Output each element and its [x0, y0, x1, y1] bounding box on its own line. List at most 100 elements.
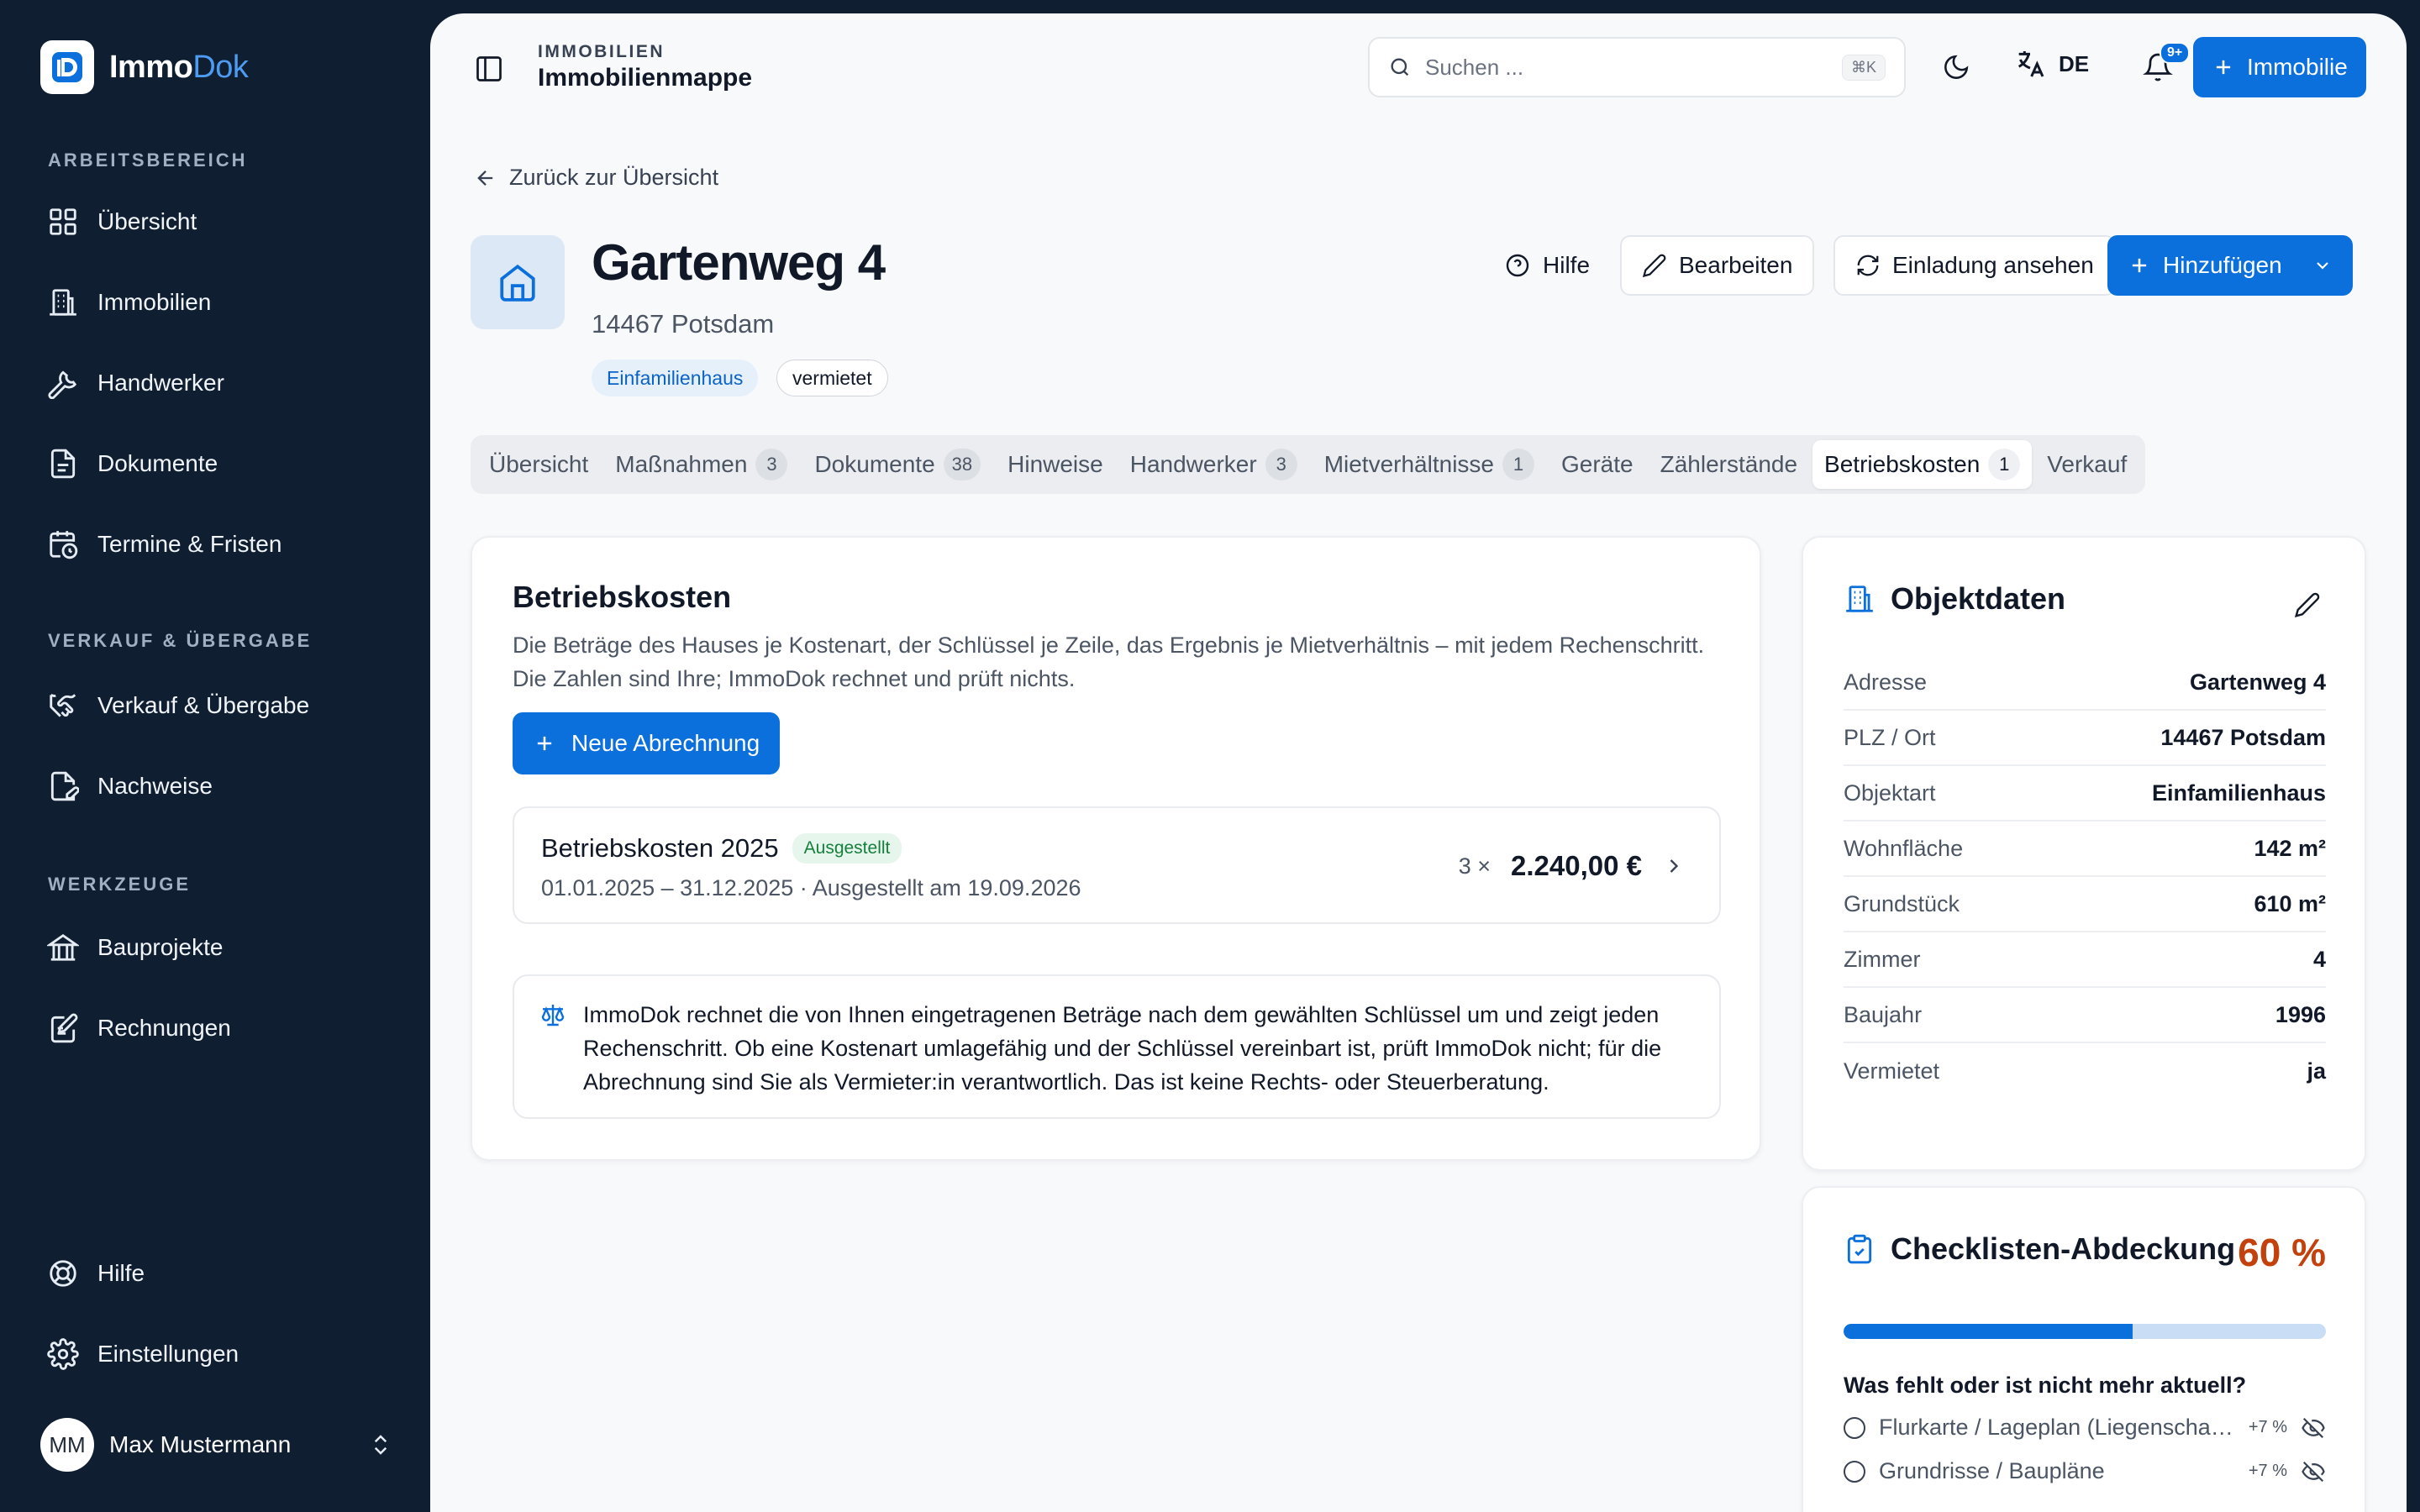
detail-value: Einfamilienhaus: [2151, 780, 2326, 806]
sidebar-item-hilfe[interactable]: Hilfe: [47, 1253, 145, 1294]
detail-value: 142 m²: [2254, 835, 2326, 861]
notifications-button[interactable]: 9+: [2138, 42, 2191, 87]
main-panel: IMMOBILIEN Immobilienmappe ⌘K DE 9+ Immo…: [430, 13, 2407, 1512]
disclaimer-note: ImmoDok rechnet die von Ihnen eingetrage…: [513, 974, 1721, 1119]
handshake-icon: [47, 690, 79, 722]
tab-uebersicht[interactable]: Übersicht: [477, 440, 600, 489]
tab-hinweise[interactable]: Hinweise: [996, 440, 1115, 489]
sidebar-item-verkauf[interactable]: Verkauf & Übergabe: [47, 685, 309, 726]
user-menu[interactable]: MM Max Mustermann: [40, 1418, 393, 1472]
detail-row-wohnflaeche: Wohnfläche 142 m²: [1844, 822, 2326, 877]
detail-value: 4: [2312, 946, 2326, 972]
detail-value: 610 m²: [2254, 890, 2326, 916]
sidebar-item-label: Rechnungen: [97, 1015, 231, 1041]
new-statement-button[interactable]: Neue Abrechnung: [513, 712, 781, 774]
tab-betriebskosten[interactable]: Betriebskosten 1: [1812, 440, 2033, 489]
detail-key: Vermietet: [1844, 1058, 1940, 1084]
detail-value: 14467 Potsdam: [2160, 724, 2326, 750]
tab-geraete[interactable]: Geräte: [1549, 440, 1645, 489]
back-link-label: Zurück zur Übersicht: [509, 165, 719, 190]
tab-handwerker[interactable]: Handwerker 3: [1118, 440, 1309, 489]
sidebar-item-label: Bauprojekte: [97, 934, 224, 960]
edit-button[interactable]: Bearbeiten: [1620, 235, 1815, 296]
disclaimer-text: ImmoDok rechnet die von Ihnen eingetrage…: [583, 1002, 1662, 1095]
tab-count: 1: [1988, 449, 2021, 480]
detail-row-baujahr: Baujahr 1996: [1844, 988, 2326, 1043]
tab-label: Maßnahmen: [615, 451, 748, 477]
scale-icon: [539, 1001, 566, 1028]
tab-verkauf[interactable]: Verkauf: [2035, 440, 2139, 489]
pencil-icon[interactable]: [2294, 591, 2321, 618]
topbar: IMMOBILIEN Immobilienmappe ⌘K DE 9+ Immo…: [430, 13, 2407, 123]
sidebar-item-handwerker[interactable]: Handwerker: [47, 363, 224, 403]
coverage-progress-bar: [1844, 1324, 2326, 1339]
detail-row-adresse: Adresse Gartenweg 4: [1844, 655, 2326, 711]
tab-zaehlerstaende[interactable]: Zählerstände: [1649, 440, 1809, 489]
detail-value: Gartenweg 4: [2189, 669, 2326, 695]
sidebar-item-label: Verkauf & Übergabe: [97, 692, 310, 718]
add-dropdown-button[interactable]: Hinzufügen: [2107, 235, 2353, 296]
sidebar-item-dokumente[interactable]: Dokumente: [47, 444, 218, 484]
chevron-down-icon: [2312, 255, 2333, 276]
theme-toggle-button[interactable]: [1936, 47, 1976, 87]
tab-bar: Übersicht Maßnahmen 3 Dokumente 38 Hinweis…: [471, 435, 2146, 494]
statement-multiplier: 3 ×: [1458, 853, 1491, 879]
back-link[interactable]: Zurück zur Übersicht: [474, 165, 718, 191]
user-name: Max Mustermann: [109, 1431, 292, 1457]
eye-off-icon[interactable]: [2301, 1459, 2326, 1484]
sidebar-item-einstellungen[interactable]: Einstellungen: [47, 1334, 239, 1374]
section-label-verkauf: VERKAUF & ÜBERGABE: [48, 630, 313, 651]
calendar-clock-icon: [47, 528, 79, 560]
add-label: Hinzufügen: [2163, 252, 2282, 278]
plus-icon: [2212, 55, 2235, 79]
sidebar-item-nachweise[interactable]: Nachweise: [47, 766, 213, 806]
eye-off-icon[interactable]: [2301, 1415, 2326, 1441]
detail-key: Adresse: [1844, 669, 1928, 695]
chevron-right-icon: [1662, 854, 1686, 878]
detail-row-objektart: Objektart Einfamilienhaus: [1844, 766, 2326, 822]
sidebar-item-termine[interactable]: Termine & Fristen: [47, 524, 281, 564]
section-label-arbeitsbereich: ARBEITSBEREICH: [48, 150, 248, 171]
checklist-item[interactable]: Flurkarte / Lageplan (Liegenschaftskarte…: [1844, 1415, 2326, 1441]
file-signature-icon: [47, 770, 79, 802]
sidebar: ImmoDok ARBEITSBEREICH Übersicht Immobil…: [0, 0, 430, 1512]
tab-mietverhaeltnisse[interactable]: Mietverhältnisse 1: [1313, 440, 1546, 489]
invitation-button[interactable]: Einladung ansehen: [1833, 235, 2116, 296]
sidebar-item-label: Nachweise: [97, 773, 213, 799]
sidebar-item-rechnungen[interactable]: Rechnungen: [47, 1008, 231, 1048]
tab-label: Geräte: [1561, 451, 1634, 477]
detail-row-zimmer: Zimmer 4: [1844, 932, 2326, 988]
coverage-progress-fill: [1844, 1324, 2133, 1339]
statement-amount: 2.240,00 €: [1511, 850, 1642, 881]
help-label: Hilfe: [1543, 252, 1591, 278]
checklist-item-gain: +7 %: [2248, 1462, 2287, 1480]
tab-massnahmen[interactable]: Maßnahmen 3: [603, 440, 799, 489]
sidebar-toggle-icon[interactable]: [474, 54, 504, 84]
search-input[interactable]: [1425, 54, 1828, 81]
detail-row-grundstueck: Grundstück 610 m²: [1844, 877, 2326, 932]
refresh-icon: [1855, 253, 1881, 278]
status-badge: Ausgestellt: [792, 833, 902, 864]
sidebar-item-bauprojekte[interactable]: Bauprojekte: [47, 927, 223, 968]
brand[interactable]: ImmoDok: [40, 40, 249, 94]
checklist-item[interactable]: Grundrisse / Baupläne +7 %: [1844, 1458, 2326, 1484]
card-heading: Betriebskosten: [513, 580, 732, 614]
statement-row[interactable]: Betriebskosten 2025 Ausgestellt 01.01.20…: [513, 806, 1721, 924]
help-button[interactable]: Hilfe: [1492, 235, 1602, 296]
sidebar-item-immobilien[interactable]: Immobilien: [47, 282, 211, 323]
sidebar-item-uebersicht[interactable]: Übersicht: [47, 202, 197, 242]
checklist-item-label: Grundrisse / Baupläne: [1879, 1458, 2105, 1483]
gear-icon: [47, 1338, 79, 1370]
add-property-button[interactable]: Immobilie: [2193, 37, 2366, 97]
statement-title: Betriebskosten 2025: [541, 833, 779, 863]
detail-key: Baujahr: [1844, 1001, 1923, 1027]
tab-dokumente[interactable]: Dokumente 38: [802, 440, 992, 489]
language-switcher[interactable]: DE: [2013, 47, 2089, 81]
tab-count: 3: [755, 449, 788, 480]
sidebar-item-label: Immobilien: [97, 289, 212, 315]
lifebuoy-icon: [47, 1257, 79, 1289]
search-box[interactable]: ⌘K: [1368, 37, 1906, 97]
receipt-icon: [47, 1012, 79, 1044]
checklist-header: Checklisten-Abdeckung: [1844, 1231, 2235, 1267]
page-title: Gartenweg 4: [592, 234, 886, 291]
